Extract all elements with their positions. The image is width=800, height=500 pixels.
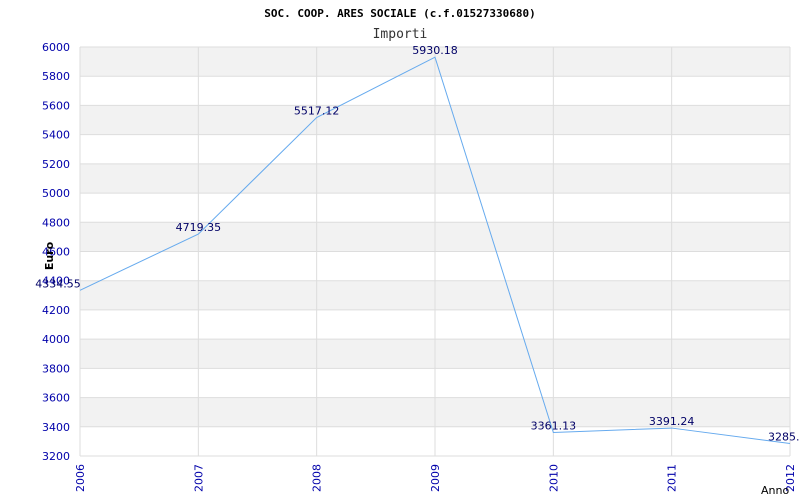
y-axis-label: Euro xyxy=(43,241,56,270)
y-tick-label: 6000 xyxy=(42,41,70,54)
y-tick-label: 5400 xyxy=(42,129,70,142)
y-tick-label: 4800 xyxy=(42,216,70,229)
y-tick-label: 3600 xyxy=(42,392,70,405)
y-tick-label: 3400 xyxy=(42,421,70,434)
y-tick-label: 3200 xyxy=(42,450,70,463)
y-tick-label: 5000 xyxy=(42,187,70,200)
y-tick-label: 4200 xyxy=(42,304,70,317)
data-label: 5517.12 xyxy=(294,105,340,118)
data-label: 3361.13 xyxy=(531,419,577,432)
y-tick-label: 5200 xyxy=(42,158,70,171)
line-chart: SOC. COOP. ARES SOCIALE (c.f.01527330680… xyxy=(35,7,800,497)
data-label: 4719.35 xyxy=(176,221,222,234)
y-tick-label: 3800 xyxy=(42,362,70,375)
chart-subtitle: Importi xyxy=(373,27,428,42)
x-tick-label: 2008 xyxy=(311,464,324,492)
x-tick-label: 2009 xyxy=(429,464,442,492)
x-tick-label: 2011 xyxy=(666,464,679,492)
x-tick-label: 2006 xyxy=(74,464,87,492)
data-label: 5930.18 xyxy=(412,44,458,57)
x-axis-ticks: 2006 2007 2008 2009 2010 2011 2012 xyxy=(74,464,797,492)
data-label: 3391.24 xyxy=(649,415,695,428)
x-tick-label: 2010 xyxy=(547,464,560,492)
y-tick-label: 5600 xyxy=(42,99,70,112)
data-label: 3285.3 xyxy=(768,431,800,444)
chart-title: SOC. COOP. ARES SOCIALE (c.f.01527330680… xyxy=(264,7,536,20)
y-tick-label: 4000 xyxy=(42,333,70,346)
y-tick-label: 5800 xyxy=(42,70,70,83)
x-tick-label: 2007 xyxy=(192,464,205,492)
data-label: 4334.55 xyxy=(35,277,81,290)
x-axis-label: Anno xyxy=(761,484,789,497)
